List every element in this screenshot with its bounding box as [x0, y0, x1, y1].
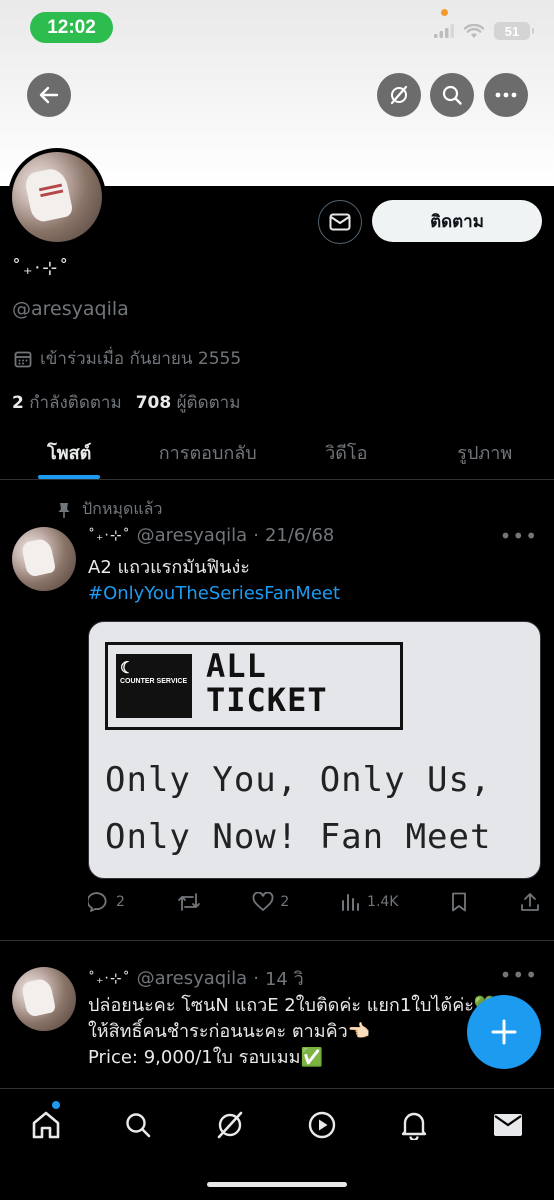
like-count: 2 [280, 894, 290, 910]
follow-stats: 2 กำลังติดตาม 708 ผู้ติดตาม [12, 389, 240, 416]
status-time: 12:02 [30, 12, 113, 43]
compose-post-button[interactable] [467, 995, 541, 1069]
post-avatar[interactable] [12, 967, 76, 1031]
envelope-icon [494, 1114, 522, 1136]
post-time[interactable]: 14 วิ [265, 964, 304, 993]
bell-icon [401, 1112, 427, 1140]
home-notification-dot [52, 1101, 60, 1109]
signal-icon [434, 24, 454, 38]
post-author-name[interactable]: ˚₊‧⊹˚ [88, 971, 131, 987]
post-more-button[interactable]: ••• [500, 524, 538, 548]
post-author-handle[interactable]: @aresyaqila [137, 525, 248, 546]
search-icon [126, 1113, 151, 1138]
ticket-text-line-1: Only You, Only Us, [105, 760, 492, 800]
following-link[interactable]: 2 กำลังติดตาม [12, 389, 122, 416]
more-options-button[interactable] [484, 73, 528, 117]
view-count: 1.4K [367, 894, 399, 910]
pinned-indicator: ปักหมุดแล้ว [58, 497, 162, 522]
status-icons: 51 [434, 22, 534, 40]
reply-count: 2 [116, 894, 125, 910]
post-separator-dot: · [253, 968, 259, 989]
display-name: ˚₊‧⊹˚ [12, 258, 71, 279]
post-hashtag[interactable]: #OnlyYouTheSeriesFanMeet [88, 581, 340, 607]
allticket-logo: ☾ COUNTER SERVICE ALL TICKET [105, 642, 403, 730]
post-author-handle[interactable]: @aresyaqila [137, 968, 248, 989]
bookmark-button[interactable] [450, 892, 468, 912]
tab-photos[interactable]: รูปภาพ [416, 426, 554, 479]
tab-posts[interactable]: โพสต์ [0, 426, 139, 479]
tab-replies[interactable]: การตอบกลับ [139, 426, 278, 479]
follow-button[interactable]: ติดตาม [372, 200, 542, 242]
post-text: A2 แถวแรกมันฟินง่ะ #OnlyYouTheSeriesFanM… [88, 555, 340, 607]
plus-icon [491, 1019, 517, 1045]
share-button[interactable] [520, 892, 540, 912]
envelope-icon [329, 213, 351, 231]
privacy-indicator-dot [441, 9, 448, 16]
profile-avatar[interactable] [8, 148, 106, 246]
profile-handle: @aresyaqila [12, 298, 129, 320]
nav-video[interactable] [302, 1105, 342, 1145]
ticket-text-line-2: Only Now! Fan Meet [105, 817, 492, 857]
grok-button[interactable] [377, 73, 421, 117]
message-button[interactable] [318, 200, 362, 244]
nav-messages[interactable] [488, 1105, 528, 1145]
search-icon [442, 85, 462, 105]
reply-icon [88, 892, 107, 912]
post-more-button[interactable]: ••• [500, 963, 538, 987]
battery-indicator: 51 [494, 22, 534, 40]
nav-notifications[interactable] [394, 1105, 434, 1145]
repost-icon [177, 893, 200, 911]
moon-glyph: ☾ [120, 660, 135, 677]
post-header: ˚₊‧⊹˚ @aresyaqila · 14 วิ [88, 964, 304, 993]
arrow-left-icon [39, 86, 59, 104]
allticket-word-1: ALL [206, 647, 267, 685]
allticket-wordmark: ALL TICKET [206, 649, 328, 717]
post-time[interactable]: 21/6/68 [265, 525, 334, 546]
counter-service-logo: ☾ COUNTER SERVICE [116, 654, 192, 718]
following-label: กำลังติดตาม [29, 393, 122, 413]
share-icon [521, 893, 539, 911]
grok-icon [390, 85, 408, 105]
repost-button[interactable] [177, 892, 201, 912]
post-author-name[interactable]: ˚₊‧⊹˚ [88, 528, 131, 544]
allticket-word-2: TICKET [206, 681, 328, 719]
post-divider [0, 940, 554, 941]
play-circle-icon [308, 1111, 336, 1139]
ellipsis-icon [495, 92, 517, 98]
post-text-line: A2 แถวแรกมันฟินง่ะ [88, 557, 250, 578]
calendar-icon [14, 351, 32, 367]
views-button[interactable]: 1.4K [341, 892, 399, 912]
nav-grok[interactable] [210, 1105, 250, 1145]
wifi-icon [464, 23, 484, 38]
home-icon [32, 1111, 60, 1139]
back-button[interactable] [27, 73, 71, 117]
following-count: 2 [12, 393, 24, 413]
followers-link[interactable]: 708 ผู้ติดตาม [136, 389, 241, 416]
grok-icon [217, 1111, 243, 1139]
post-actions: 2 2 1.4K [88, 892, 540, 912]
reply-button[interactable]: 2 [88, 892, 125, 912]
counter-service-text: COUNTER SERVICE [120, 678, 188, 685]
followers-label: ผู้ติดตาม [176, 393, 241, 413]
post-separator-dot: · [253, 525, 259, 546]
heart-icon [252, 892, 274, 912]
bar-chart-icon [342, 894, 360, 911]
like-button[interactable]: 2 [252, 892, 289, 912]
home-indicator [207, 1182, 347, 1187]
post-media-image[interactable]: ☾ COUNTER SERVICE ALL TICKET Only You, O… [88, 621, 541, 879]
followers-count: 708 [135, 393, 172, 413]
pinned-label: ปักหมุดแล้ว [82, 499, 163, 518]
bookmark-icon [452, 892, 467, 912]
joined-text: เข้าร่วมเมื่อ กันยายน 2555 [40, 349, 242, 369]
nav-home[interactable] [26, 1105, 66, 1145]
pin-icon [58, 502, 70, 518]
profile-tabs: โพสต์ การตอบกลับ วิดีโอ รูปภาพ [0, 426, 554, 480]
nav-search[interactable] [118, 1105, 158, 1145]
post-avatar[interactable] [12, 527, 76, 591]
joined-date: เข้าร่วมเมื่อ กันยายน 2555 [14, 345, 241, 372]
search-button[interactable] [430, 73, 474, 117]
avatar-image [12, 152, 102, 242]
post-header: ˚₊‧⊹˚ @aresyaqila · 21/6/68 [88, 525, 334, 546]
tab-videos[interactable]: วิดีโอ [277, 426, 416, 479]
